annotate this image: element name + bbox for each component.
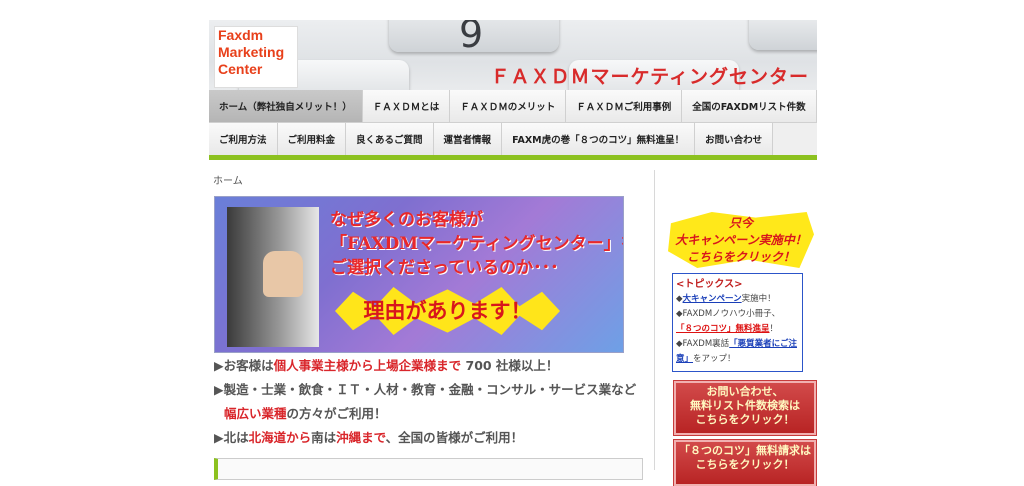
thumbs-up-photo bbox=[227, 207, 319, 347]
reasons-banner[interactable]: なぜ多くのお客様が 「FAXDMマーケティングセンター」を ご選択くださっている… bbox=[214, 196, 624, 353]
bullet-text: 700 社様以上！ bbox=[461, 358, 559, 373]
topic-link-tips[interactable]: 「８つのコツ」無料進呈 bbox=[676, 324, 770, 334]
nav-item-faq[interactable]: 良くあるご質問 bbox=[346, 123, 434, 155]
nav-item-list-count[interactable]: 全国のFAXDMリスト件数 bbox=[682, 90, 817, 122]
bullet-text: 、全国の皆様がご利用！ bbox=[385, 430, 524, 445]
nav-item-usage[interactable]: ご利用方法 bbox=[209, 123, 278, 155]
bullet-customers: ▶お客様は個人事業主様から上場企業様まで 700 社様以上！ bbox=[214, 354, 644, 378]
topic-text: ！ bbox=[769, 324, 779, 334]
bullet-industries-cont: 幅広い業種の方々がご利用！ bbox=[214, 402, 644, 426]
button-line: お問い合わせ、 bbox=[706, 385, 784, 398]
breadcrumb[interactable]: ホーム bbox=[213, 172, 243, 187]
button-line: こちらをクリック！ bbox=[695, 413, 795, 426]
bullet-text: ▶お客様は bbox=[214, 358, 274, 373]
topics-heading: <トピックス> bbox=[676, 279, 743, 290]
bullet-text: の方々がご利用！ bbox=[286, 406, 387, 421]
thumbs-up-icon bbox=[263, 251, 303, 297]
banner-line: 「FAXDMマーケティングセンター」を bbox=[330, 234, 624, 254]
nav-row-2: ご利用方法 ご利用料金 良くあるご質問 運営者情報 FAXM虎の巻「８つのコツ」… bbox=[209, 123, 817, 155]
topic-item: ◆FAXDMノウハウ小冊子、 「８つのコツ」無料進呈！ bbox=[676, 307, 802, 337]
bullet-highlight: 北海道から bbox=[248, 430, 312, 445]
topic-item: ◆大キャンペーン実施中！ bbox=[676, 292, 802, 307]
topic-text: ◆FAXDM裏話 bbox=[676, 339, 730, 349]
button-line: 無料リスト件数検索は bbox=[690, 399, 800, 412]
content-heading-box bbox=[214, 458, 643, 480]
bullet-industries: ▶製造・士業・飲食・ＩＴ・人材・教育・金融・コンサル・サービス業など bbox=[214, 382, 637, 397]
bullet-highlight: 個人事業主様から上場企業様まで bbox=[273, 358, 462, 373]
button-line: 「８つのコツ」無料請求は bbox=[679, 444, 811, 457]
contact-search-button[interactable]: お問い合わせ、 無料リスト件数検索は こちらをクリック！ bbox=[674, 381, 816, 435]
site-logo[interactable]: Faxdm Marketing Center bbox=[214, 26, 298, 88]
nav-item-tips[interactable]: FAXM虎の巻「８つのコツ」無料進呈！ bbox=[502, 123, 696, 155]
column-divider bbox=[654, 170, 655, 470]
bullet-highlight: 幅広い業種 bbox=[224, 406, 287, 421]
site-wrapper: 9 Faxdm Marketing Center ＦＡＸＤＭマーケティングセンタ… bbox=[209, 20, 817, 160]
nav-item-home[interactable]: ホーム（弊社独自メリット！） bbox=[209, 90, 363, 122]
topic-item: ◆FAXDM裏話「悪質業者にご注意」をアップ！ bbox=[676, 337, 802, 367]
site-title[interactable]: ＦＡＸＤＭマーケティングセンター bbox=[491, 62, 809, 89]
nav-item-cases[interactable]: ＦＡＸＤＭご利用事例 bbox=[566, 90, 683, 122]
keyboard-key-graphic bbox=[749, 20, 817, 50]
campaign-banner[interactable]: 只今 大キャンペーン実施中！ こちらをクリック！ bbox=[668, 212, 818, 268]
topics-box: <トピックス> ◆大キャンペーン実施中！ ◆FAXDMノウハウ小冊子、 「８つのコ… bbox=[672, 273, 803, 372]
logo-line: Marketing bbox=[218, 44, 285, 60]
banner-burst-text: 理由があります！ bbox=[363, 299, 532, 323]
nav-item-merits[interactable]: ＦＡＸＤＭのメリット bbox=[450, 90, 567, 122]
bullet-text: ▶北は bbox=[214, 430, 249, 445]
nav-item-contact[interactable]: お問い合わせ bbox=[695, 123, 774, 155]
nav-row-1: ホーム（弊社独自メリット！） ＦＡＸＤＭとは ＦＡＸＤＭのメリット ＦＡＸＤＭご… bbox=[209, 90, 817, 123]
topic-link-campaign[interactable]: 大キャンペーン bbox=[683, 294, 742, 304]
logo-line: Faxdm bbox=[218, 27, 264, 43]
button-line: こちらをクリック！ bbox=[695, 458, 795, 471]
logo-line: Center bbox=[218, 61, 263, 77]
nav-item-operator[interactable]: 運営者情報 bbox=[433, 123, 503, 155]
bullet-text: 南は bbox=[311, 430, 337, 445]
campaign-line: こちらをクリック！ bbox=[686, 250, 795, 264]
free-tips-request-button[interactable]: 「８つのコツ」無料請求は こちらをクリック！ bbox=[674, 440, 816, 486]
nav-item-pricing[interactable]: ご利用料金 bbox=[277, 123, 347, 155]
bullet-highlight: 沖縄まで bbox=[336, 430, 386, 445]
campaign-line: 大キャンペーン実施中！ bbox=[675, 233, 807, 247]
keyboard-digit: 9 bbox=[459, 20, 484, 56]
main-nav: ホーム（弊社独自メリット！） ＦＡＸＤＭとは ＦＡＸＤＭのメリット ＦＡＸＤＭご… bbox=[209, 90, 817, 160]
banner-line: なぜ多くのお客様が bbox=[330, 210, 483, 230]
topic-text: 実施中！ bbox=[741, 294, 776, 304]
banner-line: ご選択くださっているのか･･･ bbox=[330, 258, 559, 278]
feature-bullets: ▶お客様は個人事業主様から上場企業様まで 700 社様以上！ ▶製造・士業・飲食… bbox=[214, 354, 644, 450]
nav-item-about[interactable]: ＦＡＸＤＭとは bbox=[362, 90, 451, 122]
topic-text: ◆FAXDMノウハウ小冊子、 bbox=[676, 309, 781, 319]
bullet-regions: ▶北は北海道から南は沖縄まで、全国の皆様がご利用！ bbox=[214, 426, 644, 450]
campaign-line: 只今 bbox=[728, 216, 753, 230]
site-header: 9 Faxdm Marketing Center ＦＡＸＤＭマーケティングセンタ… bbox=[209, 20, 817, 90]
topic-text: をアップ！ bbox=[693, 354, 736, 364]
